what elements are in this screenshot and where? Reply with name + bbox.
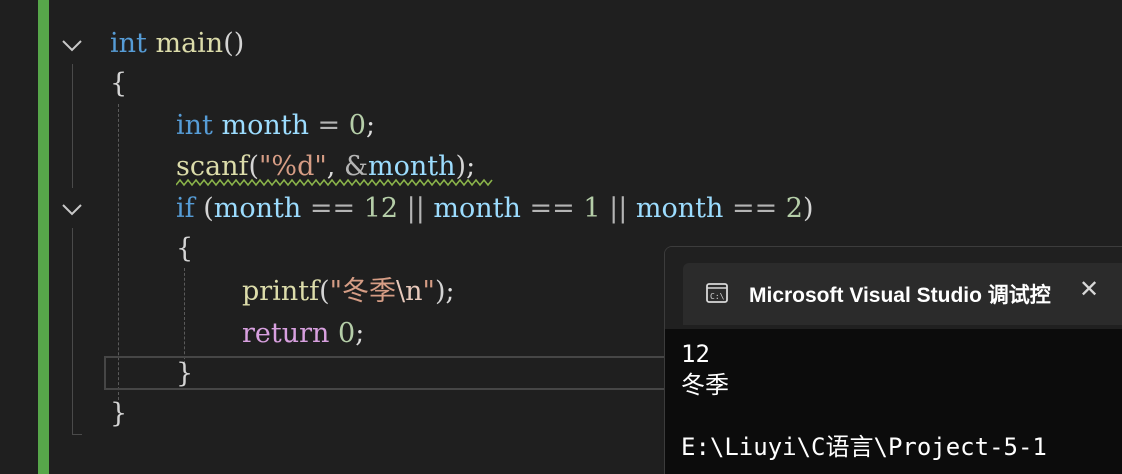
string-token: "冬季 <box>329 276 397 307</box>
keyword-token: int <box>110 28 147 59</box>
number-token: 0 <box>338 318 356 349</box>
code-line-2[interactable]: { <box>110 67 127 101</box>
code-line-8[interactable]: return 0; <box>242 317 364 351</box>
punctuation-token: () <box>223 28 245 59</box>
variable-token: month <box>635 193 724 224</box>
punctuation-token: ; <box>445 276 455 307</box>
code-line-1[interactable]: int main() <box>110 27 244 61</box>
close-icon[interactable]: ✕ <box>1079 275 1099 303</box>
console-output-line: E:\Liuyi\C语言\Project-5-1 <box>681 433 1047 461</box>
chevron-down-icon[interactable] <box>58 32 86 60</box>
code-line-9[interactable]: } <box>176 357 193 391</box>
punctuation-token: ) <box>802 193 814 224</box>
change-indicator-bar <box>38 0 49 474</box>
string-token: " <box>422 276 435 307</box>
number-token: 0 <box>348 110 366 141</box>
outline-guide-end <box>72 434 82 435</box>
code-line-10[interactable]: } <box>110 397 127 431</box>
console-output-line: 12 <box>681 340 710 368</box>
indent-guide <box>184 268 185 364</box>
operator-token: || <box>398 193 434 224</box>
keyword-token: int <box>176 110 213 141</box>
outline-guide <box>72 228 73 434</box>
operator-token: == <box>520 193 584 224</box>
variable-token: month <box>433 193 521 224</box>
number-token: 2 <box>785 193 803 224</box>
keyword-token: if <box>176 193 195 224</box>
keyword-token: return <box>242 318 330 349</box>
console-title: Microsoft Visual Studio 调试控 <box>749 284 1051 307</box>
brace-token: } <box>176 358 194 389</box>
operator-token: == <box>301 193 364 224</box>
escape-token: \n <box>396 276 423 307</box>
svg-text:C:\: C:\ <box>710 292 725 301</box>
chevron-down-icon[interactable] <box>58 196 86 224</box>
punctuation-token: ; <box>365 110 376 141</box>
punctuation-token: ( <box>194 193 214 224</box>
operator-token: || <box>600 193 636 224</box>
variable-token: month <box>213 193 302 224</box>
operator-token: = <box>308 110 349 141</box>
brace-token: { <box>110 68 128 99</box>
punctuation-token: ) <box>434 276 446 307</box>
console-tab[interactable]: C:\ Microsoft Visual Studio 调试控 ✕ <box>683 263 1122 325</box>
code-editor[interactable]: int main() { int month = 0; scanf("%d", … <box>0 0 1122 474</box>
debug-console-window[interactable]: C:\ Microsoft Visual Studio 调试控 ✕ 12 冬季 … <box>664 246 1122 474</box>
code-line-7[interactable]: printf("冬季\n"); <box>242 275 455 309</box>
code-line-5[interactable]: if (month == 12 || month == 1 || month =… <box>176 192 814 226</box>
console-output[interactable]: 12 冬季 E:\Liuyi\C语言\Project-5-1 <box>665 329 1122 474</box>
variable-token: month <box>221 110 309 141</box>
operator-token: == <box>723 193 786 224</box>
code-line-6[interactable]: { <box>176 232 193 266</box>
function-token: main <box>155 28 224 59</box>
brace-token: { <box>176 233 194 264</box>
number-token: 12 <box>363 193 399 224</box>
console-app-icon: C:\ <box>706 283 728 303</box>
number-token: 1 <box>583 193 601 224</box>
brace-token: } <box>110 398 128 429</box>
outline-guide <box>72 64 73 188</box>
function-token: printf <box>242 276 320 307</box>
console-output-line: 冬季 <box>681 371 729 399</box>
punctuation-token: ( <box>319 276 330 307</box>
warning-squiggle <box>176 178 493 187</box>
code-line-3[interactable]: int month = 0; <box>176 109 375 143</box>
punctuation-token: ; <box>355 318 365 349</box>
console-titlebar[interactable]: C:\ Microsoft Visual Studio 调试控 ✕ <box>665 247 1122 329</box>
